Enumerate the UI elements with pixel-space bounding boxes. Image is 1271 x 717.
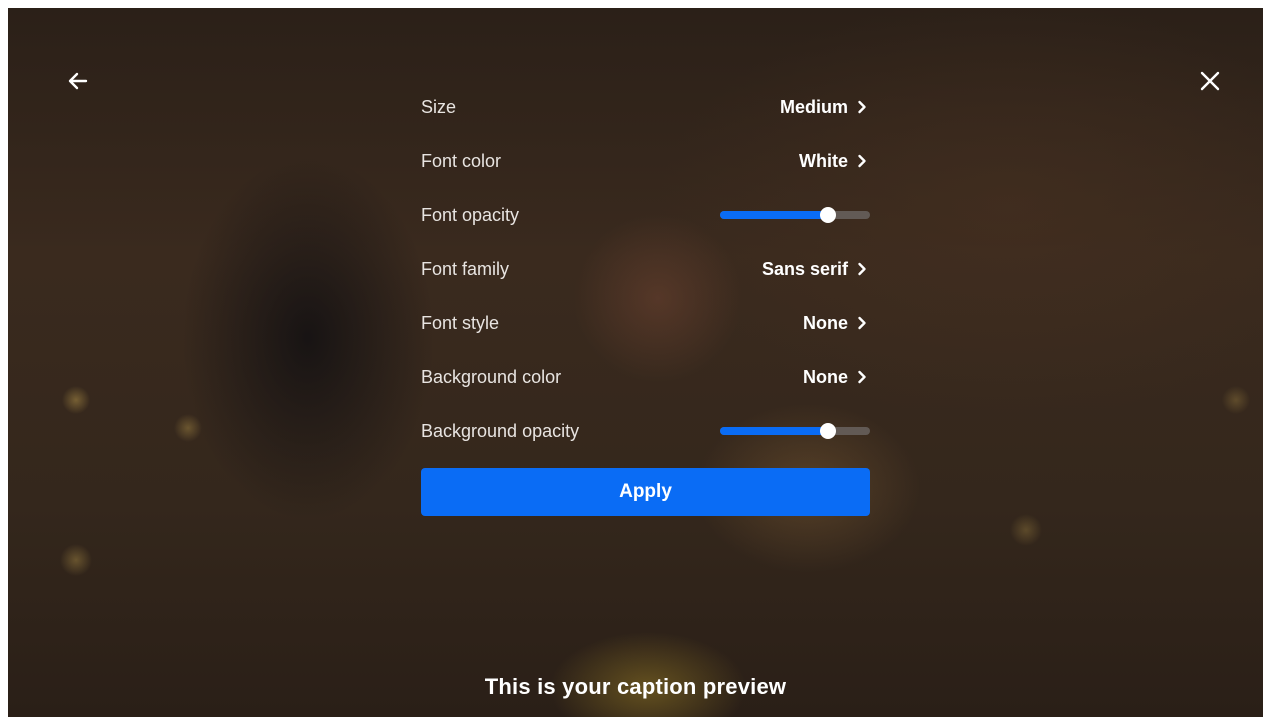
caption-preview: This is your caption preview bbox=[484, 674, 787, 699]
font-family-setting[interactable]: Font family Sans serif bbox=[421, 242, 870, 296]
font-opacity-label: Font opacity bbox=[421, 204, 520, 225]
font-family-label: Font family bbox=[421, 258, 510, 279]
slider-fill bbox=[720, 211, 828, 219]
slider-thumb[interactable] bbox=[820, 207, 836, 223]
back-button[interactable] bbox=[62, 65, 94, 97]
caption-settings-screen: Size Medium Font color White Font opacit… bbox=[8, 8, 1263, 717]
slider-fill bbox=[720, 427, 828, 435]
chevron-right-icon bbox=[856, 154, 868, 168]
font-color-setting[interactable]: Font color White bbox=[421, 134, 870, 188]
chevron-right-icon bbox=[856, 262, 868, 276]
font-style-setting[interactable]: Font style None bbox=[421, 296, 870, 350]
slider-thumb[interactable] bbox=[820, 423, 836, 439]
chevron-right-icon bbox=[856, 370, 868, 384]
background-opacity-slider[interactable] bbox=[720, 423, 870, 439]
font-color-label: Font color bbox=[421, 150, 502, 171]
font-color-value-wrap: White bbox=[799, 151, 870, 172]
apply-button[interactable]: Apply bbox=[421, 468, 870, 516]
font-opacity-slider[interactable] bbox=[720, 207, 870, 223]
background-opacity-setting: Background opacity bbox=[421, 404, 870, 458]
caption-settings-list: Size Medium Font color White Font opacit… bbox=[421, 80, 870, 458]
font-style-value: None bbox=[803, 312, 848, 333]
font-family-value: Sans serif bbox=[761, 258, 848, 279]
arrow-left-icon bbox=[68, 72, 88, 90]
size-value: Medium bbox=[779, 96, 848, 117]
close-button[interactable] bbox=[1194, 65, 1226, 97]
background-color-value: None bbox=[803, 366, 848, 387]
size-value-wrap: Medium bbox=[780, 97, 870, 118]
font-style-label: Font style bbox=[421, 312, 500, 333]
chevron-right-icon bbox=[856, 100, 868, 114]
background-color-value-wrap: None bbox=[803, 367, 870, 388]
font-color-value: White bbox=[799, 150, 848, 171]
size-setting[interactable]: Size Medium bbox=[421, 80, 870, 134]
background-opacity-label: Background opacity bbox=[421, 420, 580, 441]
chevron-right-icon bbox=[856, 316, 868, 330]
font-opacity-setting: Font opacity bbox=[421, 188, 870, 242]
size-label: Size bbox=[421, 96, 457, 117]
font-family-value-wrap: Sans serif bbox=[762, 259, 870, 280]
background-color-label: Background color bbox=[421, 366, 562, 387]
font-style-value-wrap: None bbox=[803, 313, 870, 334]
close-icon bbox=[1200, 71, 1220, 91]
background-color-setting[interactable]: Background color None bbox=[421, 350, 870, 404]
